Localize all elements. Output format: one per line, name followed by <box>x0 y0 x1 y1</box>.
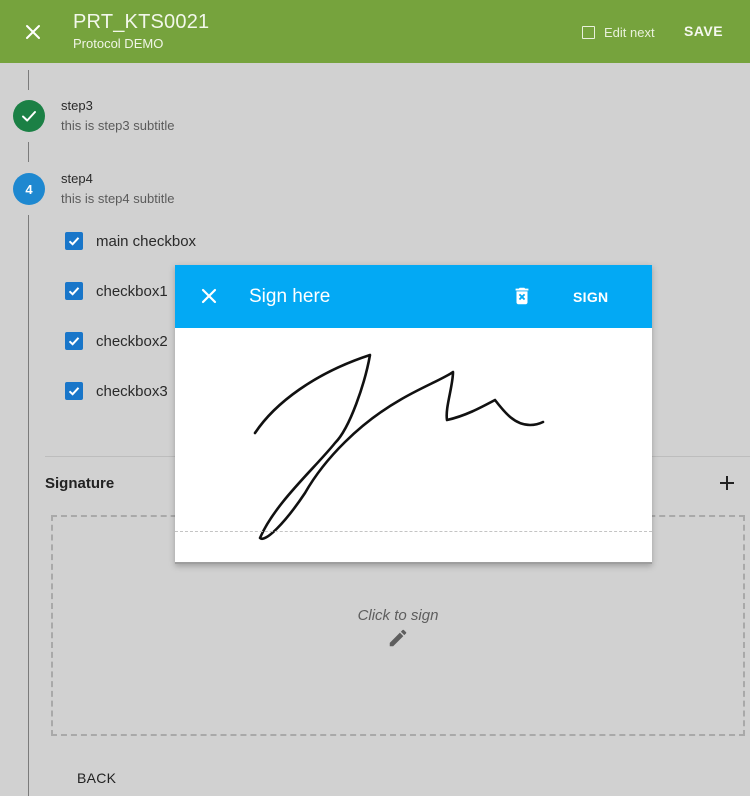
plus-icon[interactable] <box>716 472 738 494</box>
step-subtitle: this is step4 subtitle <box>61 191 175 206</box>
step-number-badge[interactable]: 4 <box>13 173 45 205</box>
sign-button[interactable]: SIGN <box>573 289 608 305</box>
signature-stroke <box>253 353 545 541</box>
stepper-line <box>28 70 29 90</box>
step-complete-badge[interactable] <box>13 100 45 132</box>
sign-dialog: Sign here SIGN <box>175 265 652 564</box>
step-title[interactable]: step4 <box>61 171 93 186</box>
close-icon[interactable] <box>20 19 46 45</box>
page-title: PRT_KTS0021 <box>73 11 210 33</box>
edit-next-label: Edit next <box>604 25 655 40</box>
signature-hint: Click to sign <box>357 607 439 624</box>
checkbox-label: checkbox3 <box>96 382 168 400</box>
checkbox-main[interactable]: main checkbox <box>65 232 196 250</box>
checkbox-label: checkbox2 <box>96 332 168 350</box>
trash-icon[interactable] <box>511 285 533 307</box>
back-button[interactable]: BACK <box>77 770 116 786</box>
edit-next-checkbox[interactable]: Edit next <box>582 25 655 40</box>
stepper-line <box>28 215 29 796</box>
stepper-line <box>28 142 29 162</box>
checkbox-label: main checkbox <box>96 232 197 250</box>
dialog-toolbar: Sign here SIGN <box>175 265 652 328</box>
save-button[interactable]: SAVE <box>684 23 723 39</box>
signature-title: Signature <box>45 475 115 492</box>
close-icon[interactable] <box>197 284 221 308</box>
checkbox-checked-icon <box>65 282 83 300</box>
pencil-icon <box>387 627 409 649</box>
checkbox-icon <box>582 26 595 39</box>
checkbox-3[interactable]: checkbox3 <box>65 382 168 400</box>
app-header: PRT_KTS0021 Protocol DEMO Edit next SAVE <box>0 0 750 63</box>
dialog-title: Sign here <box>249 286 331 307</box>
check-icon <box>22 111 36 122</box>
checkbox-2[interactable]: checkbox2 <box>65 332 168 350</box>
dialog-bottom-border <box>175 562 652 564</box>
checkbox-label: checkbox1 <box>96 282 168 300</box>
page-subtitle: Protocol DEMO <box>73 36 164 51</box>
step-title[interactable]: step3 <box>61 98 93 113</box>
signature-canvas[interactable] <box>175 328 652 564</box>
step-subtitle: this is step3 subtitle <box>61 118 175 133</box>
checkbox-1[interactable]: checkbox1 <box>65 282 168 300</box>
signature-guide-line <box>175 531 652 532</box>
checkbox-checked-icon <box>65 382 83 400</box>
checkbox-checked-icon <box>65 332 83 350</box>
checkbox-checked-icon <box>65 232 83 250</box>
